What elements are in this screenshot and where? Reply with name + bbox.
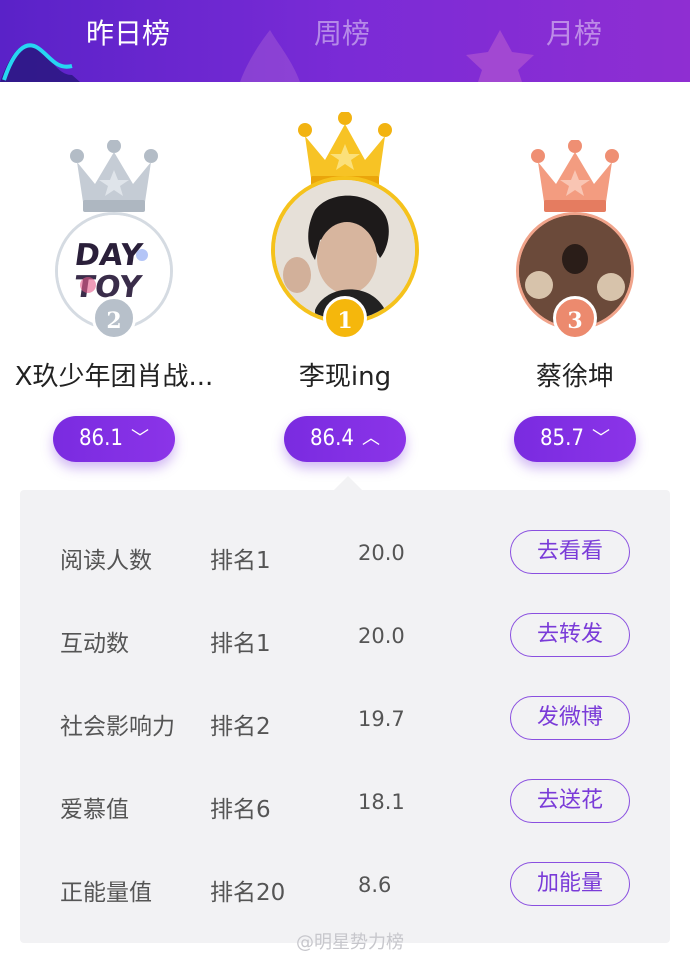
metric-value: 18.1 xyxy=(358,790,405,814)
podium-rank-1[interactable]: 1 李现ing 86.4 ︿ xyxy=(235,112,455,470)
metric-label: 正能量值 xyxy=(60,880,152,906)
silver-crown-icon xyxy=(70,140,158,212)
score-value: 85.7 xyxy=(539,426,585,451)
tab-month[interactable]: 月榜 xyxy=(494,14,654,54)
bronze-crown-icon xyxy=(531,140,619,212)
metric-value: 20.0 xyxy=(358,541,405,565)
podium-rank-2[interactable]: DAY TOY 2 X玖少年团肖战... 86.1 ﹀ xyxy=(4,140,224,470)
metric-label: 阅读人数 xyxy=(60,548,152,574)
slot-name: 李现ing xyxy=(298,362,392,392)
chevron-down-icon: ﹀ xyxy=(131,428,150,449)
send-flowers-button[interactable]: 去送花 xyxy=(510,779,630,823)
score-detail-panel: 阅读人数 排名1 20.0 去看看 互动数 排名1 20.0 去转发 社会影响力… xyxy=(20,490,670,943)
metric-rank: 排名6 xyxy=(210,797,271,823)
metric-value: 19.7 xyxy=(358,707,405,731)
metric-rank: 排名20 xyxy=(210,880,286,906)
detail-row-interactions: 互动数 排名1 20.0 去转发 xyxy=(20,609,670,669)
metric-label: 爱慕值 xyxy=(60,797,129,823)
chevron-down-icon: ﹀ xyxy=(592,428,611,449)
ranking-tabs: 昨日榜 周榜 月榜 xyxy=(0,0,690,82)
svg-text:DAY: DAY xyxy=(72,238,145,273)
metric-label: 互动数 xyxy=(60,631,129,657)
score-value: 86.1 xyxy=(78,426,124,451)
detail-row-influence: 社会影响力 排名2 19.7 发微博 xyxy=(20,692,670,752)
podium-rank-3[interactable]: 3 蔡徐坤 85.7 ﹀ xyxy=(465,140,685,470)
slot-name: 蔡徐坤 xyxy=(535,362,614,392)
rank-medal: 1 xyxy=(323,296,367,340)
metric-value: 20.0 xyxy=(358,624,405,648)
rank-medal: 2 xyxy=(92,296,136,340)
rank-medal: 3 xyxy=(553,296,597,340)
repost-button[interactable]: 去转发 xyxy=(510,613,630,657)
detail-row-reads: 阅读人数 排名1 20.0 去看看 xyxy=(20,526,670,586)
detail-row-positive-energy: 正能量值 排名20 8.6 加能量 xyxy=(20,858,670,918)
score-toggle-button[interactable]: 86.1 ﹀ xyxy=(53,416,175,462)
tab-week[interactable]: 周榜 xyxy=(262,14,422,54)
detail-row-affection: 爱慕值 排名6 18.1 去送花 xyxy=(20,775,670,835)
post-weibo-button[interactable]: 发微博 xyxy=(510,696,630,740)
view-button[interactable]: 去看看 xyxy=(510,530,630,574)
score-toggle-button[interactable]: 85.7 ﹀ xyxy=(514,416,636,462)
watermark: @明星势力榜 xyxy=(296,932,404,953)
metric-rank: 排名1 xyxy=(210,631,271,657)
slot-name: X玖少年团肖战... xyxy=(14,362,214,392)
score-toggle-button[interactable]: 86.4 ︿ xyxy=(284,416,406,462)
metric-label: 社会影响力 xyxy=(60,714,175,740)
panel-pointer xyxy=(334,476,362,490)
tab-yesterday[interactable]: 昨日榜 xyxy=(48,14,208,54)
score-value: 86.4 xyxy=(309,426,355,451)
add-energy-button[interactable]: 加能量 xyxy=(510,862,630,906)
metric-value: 8.6 xyxy=(358,873,392,897)
metric-rank: 排名2 xyxy=(210,714,271,740)
chevron-up-icon: ︿ xyxy=(362,428,381,449)
metric-rank: 排名1 xyxy=(210,548,271,574)
